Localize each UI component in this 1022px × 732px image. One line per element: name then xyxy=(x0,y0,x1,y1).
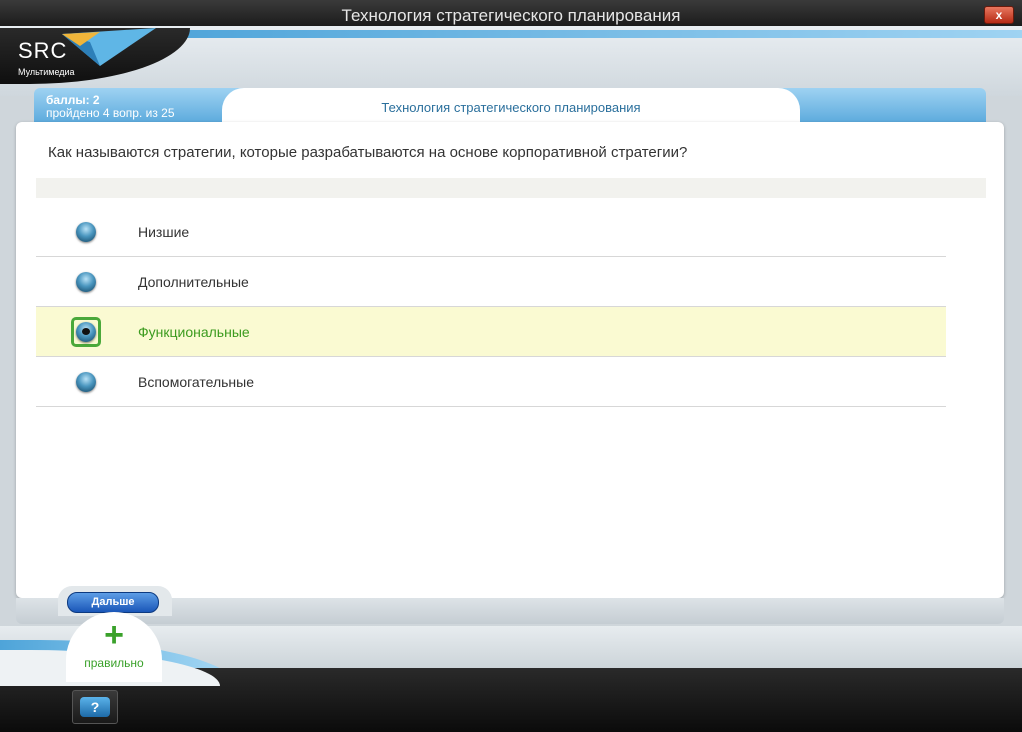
option-label: Функциональные xyxy=(138,323,250,340)
option-row[interactable]: Вспомогательные xyxy=(36,357,946,407)
option-row-selected[interactable]: Функциональные xyxy=(36,307,946,357)
option-label: Дополнительные xyxy=(138,273,249,290)
tab-test-title: Технология стратегического планирования xyxy=(222,88,800,124)
logo-subtitle: Мультимедиа xyxy=(18,67,75,77)
help-button[interactable]: ? xyxy=(72,690,118,724)
logo-icon xyxy=(62,28,156,66)
option-label: Вспомогательные xyxy=(138,373,255,390)
plus-icon: + xyxy=(104,616,124,654)
option-row[interactable]: Низшие xyxy=(36,207,946,257)
feedback-badge: + правильно xyxy=(66,612,162,682)
question-text: Как называются стратегии, которые разраб… xyxy=(48,144,688,161)
window-title: Технология стратегического планирования xyxy=(341,6,681,25)
radio-dot-icon xyxy=(82,327,90,335)
feedback-text: правильно xyxy=(84,656,144,670)
radio-button[interactable] xyxy=(76,371,96,392)
logo-brand: SRC xyxy=(18,38,68,63)
question-divider xyxy=(36,178,986,198)
radio-button-selected[interactable] xyxy=(71,316,101,347)
score-progress: пройдено 4 вопр. из 25 xyxy=(46,106,175,120)
next-button[interactable]: Дальше xyxy=(67,592,159,613)
score-panel: баллы: 2 пройдено 4 вопр. из 25 xyxy=(46,94,175,120)
help-icon: ? xyxy=(80,697,110,717)
radio-button[interactable] xyxy=(76,271,96,292)
option-row[interactable]: Дополнительные xyxy=(36,257,946,307)
header-stripe xyxy=(150,30,1022,38)
option-label: Низшие xyxy=(138,223,190,240)
close-button[interactable]: x xyxy=(984,6,1014,24)
radio-button[interactable] xyxy=(76,221,96,242)
